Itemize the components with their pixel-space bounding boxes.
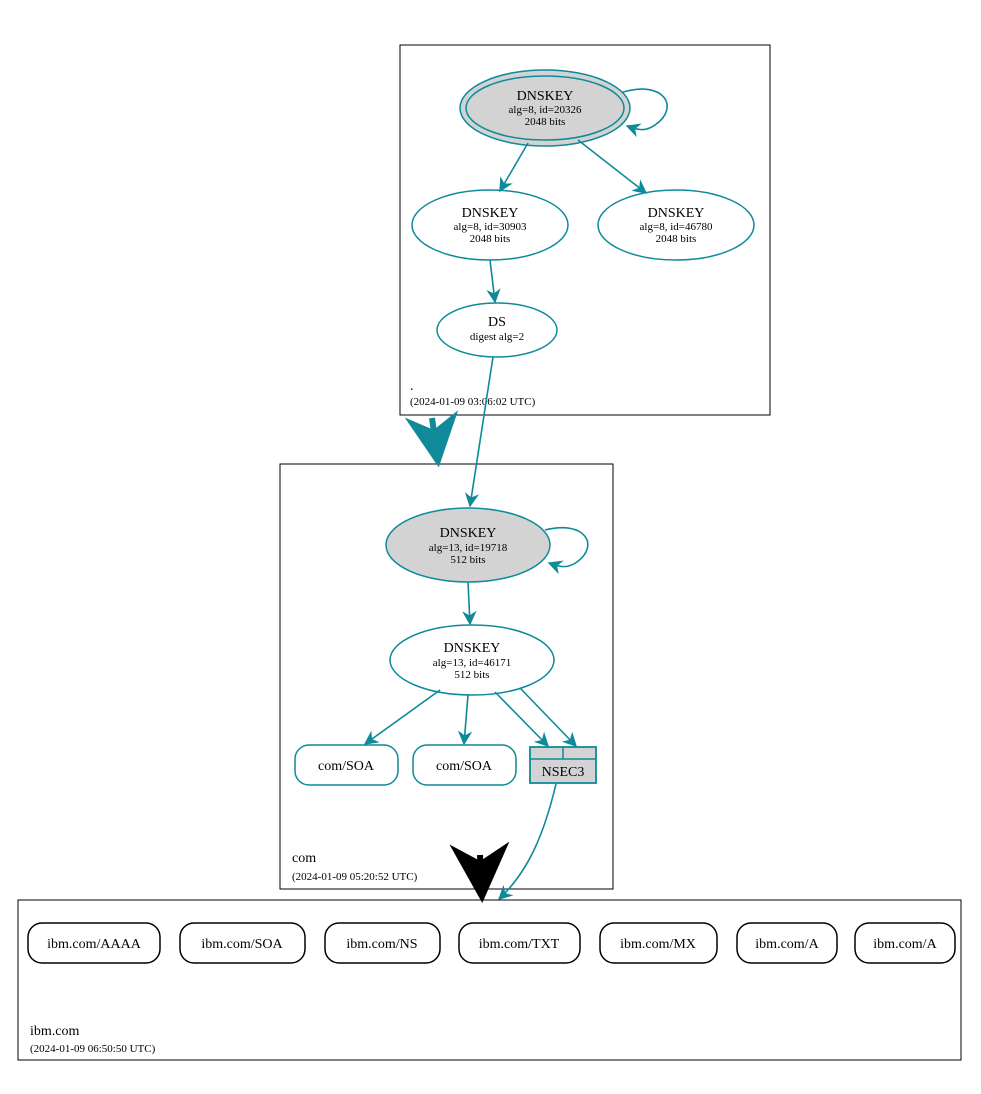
edge-comzsk-nsec3a: [495, 692, 548, 746]
edge-com-to-ibm-thick: [480, 855, 482, 897]
dnssec-diagram: . (2024-01-09 03:06:02 UTC) DNSKEY alg=8…: [0, 0, 981, 1094]
svg-text:ibm.com/A: ibm.com/A: [755, 937, 819, 952]
edge-nsec3-ibm: [499, 784, 556, 899]
edge-comzsk-soa2: [464, 695, 468, 744]
svg-text:ibm.com/AAAA: ibm.com/AAAA: [47, 937, 142, 952]
edge-ds-comksk: [470, 357, 493, 506]
svg-text:com/SOA: com/SOA: [436, 759, 493, 774]
ds-root: [437, 303, 557, 357]
svg-text:alg=8, id=46780: alg=8, id=46780: [640, 221, 713, 233]
zone-root-label: .: [410, 379, 414, 394]
dnskey-root-ksk-alg: alg=8, id=20326: [509, 104, 582, 116]
svg-text:alg=13, id=46171: alg=13, id=46171: [433, 657, 511, 669]
zone-ibm-timestamp: (2024-01-09 06:50:50 UTC): [30, 1043, 156, 1055]
svg-text:ibm.com/SOA: ibm.com/SOA: [201, 937, 283, 952]
edge-com-ksk-self: [545, 528, 588, 567]
svg-text:2048 bits: 2048 bits: [656, 233, 697, 245]
svg-text:DNSKEY: DNSKEY: [648, 206, 705, 221]
edge-zsk1-ds: [490, 260, 495, 302]
svg-text:DS: DS: [488, 315, 506, 330]
svg-text:digest alg=2: digest alg=2: [470, 331, 524, 343]
dnskey-root-ksk-bits: 2048 bits: [525, 116, 566, 128]
edge-root-to-com-thick: [432, 418, 438, 462]
svg-text:ibm.com/NS: ibm.com/NS: [346, 937, 417, 952]
zone-root-timestamp: (2024-01-09 03:06:02 UTC): [410, 396, 536, 408]
svg-text:NSEC3: NSEC3: [542, 765, 585, 780]
nsec3-node: NSEC3: [530, 747, 596, 783]
svg-text:512 bits: 512 bits: [450, 554, 485, 566]
svg-text:2048 bits: 2048 bits: [470, 233, 511, 245]
svg-text:ibm.com/TXT: ibm.com/TXT: [479, 937, 560, 952]
edge-rootksk-zsk1: [500, 143, 528, 191]
svg-text:DNSKEY: DNSKEY: [444, 641, 501, 656]
svg-text:ibm.com/MX: ibm.com/MX: [620, 937, 696, 952]
edge-comksk-comzsk: [468, 582, 470, 624]
edge-comzsk-soa1: [365, 690, 440, 744]
svg-text:512 bits: 512 bits: [454, 669, 489, 681]
dnskey-root-ksk-title: DNSKEY: [517, 89, 574, 104]
svg-text:com/SOA: com/SOA: [318, 759, 375, 774]
svg-text:DNSKEY: DNSKEY: [440, 526, 497, 541]
zone-com-label: com: [292, 851, 316, 866]
svg-text:DNSKEY: DNSKEY: [462, 206, 519, 221]
svg-text:ibm.com/A: ibm.com/A: [873, 937, 937, 952]
zone-com-timestamp: (2024-01-09 05:20:52 UTC): [292, 871, 418, 883]
svg-text:alg=13, id=19718: alg=13, id=19718: [429, 542, 508, 554]
edge-rootksk-zsk2: [578, 140, 646, 193]
svg-text:alg=8, id=30903: alg=8, id=30903: [454, 221, 527, 233]
edge-comzsk-nsec3b: [520, 688, 576, 746]
zone-ibm-label: ibm.com: [30, 1024, 79, 1039]
